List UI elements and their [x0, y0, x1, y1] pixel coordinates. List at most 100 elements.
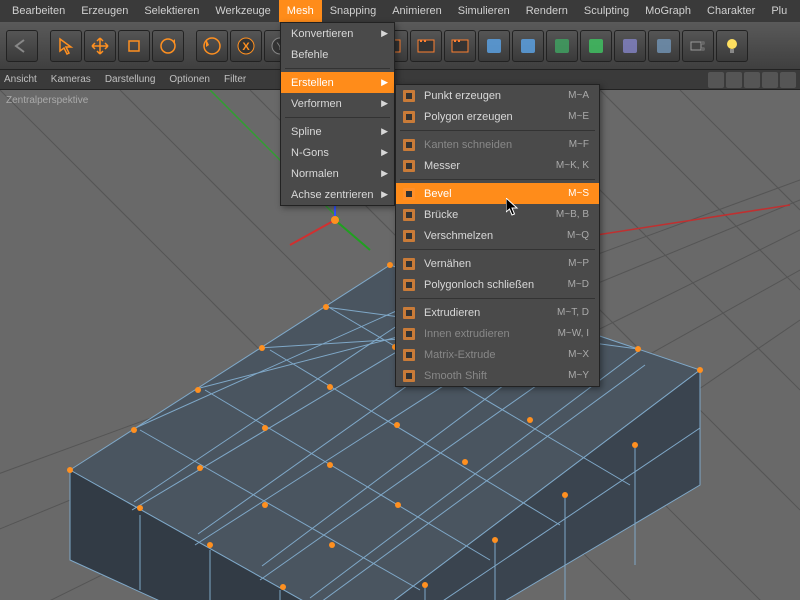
- submenu-arrow-icon: ▶: [381, 77, 388, 88]
- menuitem-messer[interactable]: MesserM~K, K: [396, 155, 599, 176]
- menu-bearbeiten[interactable]: Bearbeiten: [4, 0, 73, 22]
- shortcut-label: M~W, I: [528, 328, 589, 339]
- menuitem-vern-hen[interactable]: VernähenM~P: [396, 253, 599, 274]
- render4-button[interactable]: [410, 30, 442, 62]
- subbar-ansicht[interactable]: Ansicht: [4, 74, 37, 85]
- main-menubar[interactable]: BearbeitenErzeugenSelektierenWerkzeugeMe…: [0, 0, 800, 22]
- poly-icon: [400, 108, 418, 126]
- menuitem-polygonloch-schlie-en[interactable]: Polygonloch schließenM~D: [396, 274, 599, 295]
- scale-button[interactable]: [118, 30, 150, 62]
- menuitem-innen-extrudieren[interactable]: Innen extrudierenM~W, I: [396, 323, 599, 344]
- menuitem-punkt-erzeugen[interactable]: Punkt erzeugenM~A: [396, 85, 599, 106]
- menu-snapping[interactable]: Snapping: [322, 0, 385, 22]
- inner-icon: [400, 325, 418, 343]
- cut-icon: [400, 136, 418, 154]
- submenu-arrow-icon: ▶: [381, 28, 388, 39]
- subbar-optionen[interactable]: Optionen: [169, 74, 210, 85]
- shortcut-label: M~X: [538, 349, 589, 360]
- select-button[interactable]: [50, 30, 82, 62]
- shortcut-label: M~F: [539, 139, 589, 150]
- bevel-icon: [400, 185, 418, 203]
- mesh-menu[interactable]: Konvertieren▶Befehle Erstellen▶Verformen▶…: [280, 22, 395, 206]
- menuitem-befehle[interactable]: Befehle: [281, 44, 394, 65]
- menu-plu[interactable]: Plu: [763, 0, 795, 22]
- knife-icon: [400, 157, 418, 175]
- menuitem-kanten-schneiden[interactable]: Kanten schneidenM~F: [396, 134, 599, 155]
- shortcut-label: M~K, K: [526, 160, 589, 171]
- undo-button[interactable]: [6, 30, 38, 62]
- shortcut-label: M~Q: [537, 230, 589, 241]
- close-icon: [400, 276, 418, 294]
- menu-selektieren[interactable]: Selektieren: [136, 0, 207, 22]
- shortcut-label: M~A: [538, 90, 589, 101]
- cloth-button[interactable]: [614, 30, 646, 62]
- menuitem-verformen[interactable]: Verformen▶: [281, 93, 394, 114]
- subbar-filter[interactable]: Filter: [224, 74, 246, 85]
- shortcut-label: M~Y: [538, 370, 589, 381]
- menuitem-verschmelzen[interactable]: VerschmelzenM~Q: [396, 225, 599, 246]
- camera-button[interactable]: [682, 30, 714, 62]
- melt-icon: [400, 227, 418, 245]
- menu-charakter[interactable]: Charakter: [699, 0, 763, 22]
- menu-mograph[interactable]: MoGraph: [637, 0, 699, 22]
- submenu-arrow-icon: ▶: [381, 126, 388, 137]
- bridge-icon: [400, 206, 418, 224]
- matrix-icon: [400, 346, 418, 364]
- viewport-icon[interactable]: [780, 72, 796, 88]
- menuitem-erstellen[interactable]: Erstellen▶: [281, 72, 394, 93]
- viewport-icon[interactable]: [744, 72, 760, 88]
- menuitem-konvertieren[interactable]: Konvertieren▶: [281, 23, 394, 44]
- point-icon: [400, 87, 418, 105]
- menuitem-bevel[interactable]: BevelM~S: [396, 183, 599, 204]
- svg-text:X: X: [242, 41, 250, 53]
- shortcut-label: M~D: [538, 279, 589, 290]
- shortcut-label: M~S: [538, 188, 589, 199]
- menu-sculpting[interactable]: Sculpting: [576, 0, 637, 22]
- erstellen-submenu[interactable]: Punkt erzeugenM~APolygon erzeugenM~E Kant…: [395, 84, 600, 387]
- menuitem-matrix-extrude[interactable]: Matrix-ExtrudeM~X: [396, 344, 599, 365]
- subbar-darstellung[interactable]: Darstellung: [105, 74, 156, 85]
- torus-button[interactable]: [546, 30, 578, 62]
- menu-mesh[interactable]: Mesh: [279, 0, 322, 22]
- menuitem-extrudieren[interactable]: ExtrudierenM~T, D: [396, 302, 599, 323]
- menuitem-smooth-shift[interactable]: Smooth ShiftM~Y: [396, 365, 599, 386]
- main-toolbar: X Y: [0, 22, 800, 70]
- menu-rendern[interactable]: Rendern: [518, 0, 576, 22]
- submenu-arrow-icon: ▶: [381, 147, 388, 158]
- menuitem-n-gons[interactable]: N-Gons▶: [281, 142, 394, 163]
- viewport-icon[interactable]: [762, 72, 778, 88]
- viewport-icon[interactable]: [726, 72, 742, 88]
- viewport-icon[interactable]: [708, 72, 724, 88]
- extrude-icon: [400, 304, 418, 322]
- sphere-button[interactable]: [512, 30, 544, 62]
- plane-button[interactable]: [648, 30, 680, 62]
- light-button[interactable]: [716, 30, 748, 62]
- menu-simulieren[interactable]: Simulieren: [450, 0, 518, 22]
- stitch-icon: [400, 255, 418, 273]
- menuitem-br-cke[interactable]: BrückeM~B, B: [396, 204, 599, 225]
- menu-werkzeuge[interactable]: Werkzeuge: [207, 0, 278, 22]
- subbar-kameras[interactable]: Kameras: [51, 74, 91, 85]
- emitter-button[interactable]: [580, 30, 612, 62]
- menuitem-achse-zentrieren[interactable]: Achse zentrieren▶: [281, 184, 394, 205]
- menu-erzeugen[interactable]: Erzeugen: [73, 0, 136, 22]
- move-button[interactable]: [84, 30, 116, 62]
- shortcut-label: M~P: [538, 258, 589, 269]
- menuitem-polygon-erzeugen[interactable]: Polygon erzeugenM~E: [396, 106, 599, 127]
- shortcut-label: M~B, B: [526, 209, 589, 220]
- submenu-arrow-icon: ▶: [381, 168, 388, 179]
- submenu-arrow-icon: ▶: [381, 98, 388, 109]
- shortcut-label: M~E: [538, 111, 589, 122]
- recent-button[interactable]: [196, 30, 228, 62]
- shortcut-label: M~T, D: [527, 307, 589, 318]
- xaxis-button[interactable]: X: [230, 30, 262, 62]
- viewport-label: Zentralperspektive: [6, 95, 88, 106]
- rotate-button[interactable]: [152, 30, 184, 62]
- menuitem-spline[interactable]: Spline▶: [281, 121, 394, 142]
- cube-button[interactable]: [478, 30, 510, 62]
- smooth-icon: [400, 367, 418, 385]
- render5-button[interactable]: [444, 30, 476, 62]
- submenu-arrow-icon: ▶: [381, 189, 388, 200]
- menuitem-normalen[interactable]: Normalen▶: [281, 163, 394, 184]
- menu-animieren[interactable]: Animieren: [384, 0, 450, 22]
